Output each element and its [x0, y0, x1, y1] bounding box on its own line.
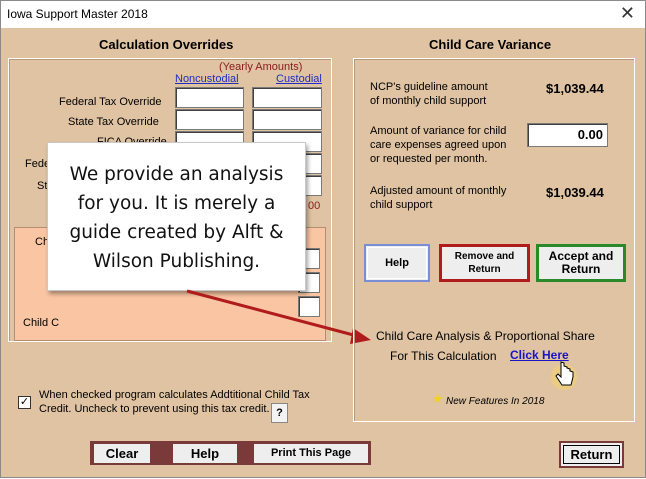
- star-icon: ★: [432, 391, 444, 406]
- hand-cursor-icon: [551, 361, 577, 390]
- variance-header: Child Care Variance: [429, 37, 552, 52]
- additional-child-tax-checkbox[interactable]: ✓: [18, 396, 31, 409]
- analysis-line-2: For This Calculation: [390, 349, 497, 363]
- new-features-label: New Features In 2018: [446, 396, 545, 407]
- adjusted-label-2: child support: [370, 199, 433, 211]
- analysis-line-1: Child Care Analysis & Proportional Share: [376, 329, 595, 343]
- print-page-button[interactable]: Print This Page: [254, 444, 368, 463]
- tax-credit-help-button[interactable]: ?: [271, 403, 288, 423]
- help-button[interactable]: Help: [173, 444, 237, 463]
- variance-label-1: Amount of variance for child: [370, 125, 507, 137]
- checkbox-label-line1: When checked program calculates Addtitio…: [39, 389, 310, 401]
- variance-panel: NCP's guideline amount of monthly child …: [353, 58, 635, 422]
- guideline-amount: $1,039.44: [546, 81, 604, 96]
- variance-help-label: Help: [385, 256, 409, 269]
- remove-and-return-button[interactable]: Remove and Return: [439, 244, 530, 282]
- adjusted-amount: $1,039.44: [546, 185, 604, 200]
- remove-label-1: Remove and: [454, 251, 515, 262]
- guideline-label-2: of monthly child support: [370, 95, 487, 107]
- variance-amount-input[interactable]: 0.00: [527, 123, 608, 147]
- guideline-label-1: NCP's guideline amount: [370, 81, 488, 93]
- adjusted-label-1: Adjusted amount of monthly: [370, 185, 507, 197]
- checkbox-label-line2: Credit. Uncheck to prevent using this ta…: [39, 403, 270, 415]
- remove-label-2: Return: [468, 264, 501, 275]
- app-window: Iowa Support Master 2018 ✕ Calculation O…: [0, 0, 646, 478]
- variance-label-2: care expenses agreed upon: [370, 139, 507, 151]
- variance-help-button[interactable]: Help: [364, 244, 430, 282]
- clear-button[interactable]: Clear: [94, 444, 150, 463]
- accept-label-2: Return: [561, 262, 601, 276]
- variance-label-3: or requested per month.: [370, 153, 488, 165]
- return-button[interactable]: Return: [559, 441, 624, 468]
- accept-and-return-button[interactable]: Accept and Return: [536, 244, 626, 282]
